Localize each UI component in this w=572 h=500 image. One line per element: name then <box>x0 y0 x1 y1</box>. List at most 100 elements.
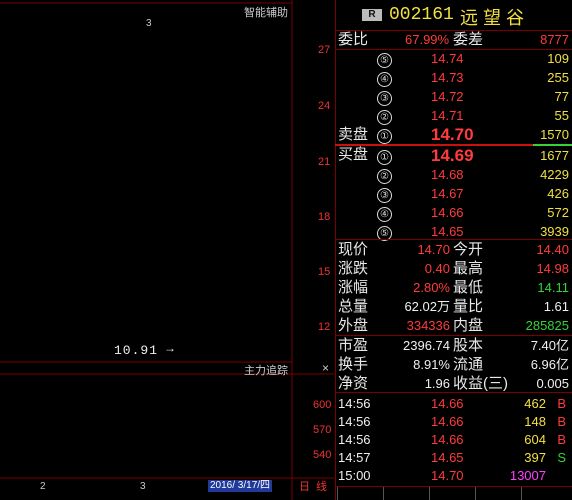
stat-label: 今开 <box>453 241 484 258</box>
quote-panel: R 002161 远 望 谷 委比 67.99% 委差 8777 ⑤ 14.74 1… <box>335 0 572 500</box>
order-volume: 77 <box>554 89 569 104</box>
level-number: ③ <box>377 91 392 106</box>
low-arrow-icon: → <box>164 341 176 355</box>
level-badge: ④ <box>377 203 392 222</box>
order-book-row[interactable]: ② 14.68 4229 <box>335 165 572 184</box>
order-book-row[interactable]: ⑤ 14.74 109 <box>335 49 572 68</box>
indicator-close-icon[interactable]: × <box>322 361 329 375</box>
level-badge: ② <box>377 165 392 184</box>
order-book-row[interactable]: ① 14.69 1677 <box>335 146 572 165</box>
tick-price: 14.70 <box>431 468 464 483</box>
stat-value: 285825 <box>525 318 569 333</box>
stat-value: 62.02万 <box>404 299 450 314</box>
stat-value: 14.70 <box>417 242 450 257</box>
level-badge: ① <box>377 146 392 165</box>
order-volume: 1570 <box>540 127 569 142</box>
tick-side: B <box>557 414 566 429</box>
stat-label: 量比 <box>453 298 484 315</box>
order-volume: 426 <box>547 186 569 201</box>
level-number: ① <box>377 129 392 144</box>
stat-label: 市盈 <box>338 337 369 354</box>
stat-row: 涨跌 0.40 最高 14.98 <box>335 259 572 278</box>
order-book-row[interactable]: ① 14.70 1570 <box>335 125 572 144</box>
stat-row: 净资 1.96 收益(三) 0.005 <box>335 374 572 393</box>
stat-row: 总量 62.02万 量比 1.61 <box>335 297 572 316</box>
level-number: ④ <box>377 207 392 222</box>
order-price: 14.73 <box>431 70 464 85</box>
tick-volume: 462 <box>524 396 546 411</box>
bottom-tab[interactable] <box>475 487 520 500</box>
stat-row: 换手 8.91% 流通 6.96亿 <box>335 355 572 374</box>
stat-label: 现价 <box>338 241 369 258</box>
order-price: 14.69 <box>431 146 474 165</box>
bottom-tab[interactable] <box>337 487 382 500</box>
level-badge: ⑤ <box>377 49 392 68</box>
tick-time: 14:57 <box>338 450 371 465</box>
stat-value: 2.80% <box>413 280 450 295</box>
tick-side: B <box>557 432 566 447</box>
level-badge: ① <box>377 125 392 144</box>
stat-value: 14.11 <box>537 280 569 295</box>
order-volume: 4229 <box>540 167 569 182</box>
level-number: ⑤ <box>377 53 392 68</box>
stat-value: 2396.74 <box>403 338 450 353</box>
tick-volume: 397 <box>524 450 546 465</box>
tick-price: 14.66 <box>431 414 464 429</box>
tick-volume: 13007 <box>509 468 546 483</box>
order-book-row[interactable]: ④ 14.66 572 <box>335 203 572 222</box>
order-price: 14.72 <box>431 89 464 104</box>
order-volume: 572 <box>547 205 569 220</box>
level-badge: ② <box>377 106 392 125</box>
stat-value: 1.61 <box>543 299 569 314</box>
stat-row: 涨幅 2.80% 最低 14.11 <box>335 278 572 297</box>
tick-row: 14:56 14.66 462 B <box>335 395 572 413</box>
low-marker: 10.91 <box>114 343 159 358</box>
tick-side: B <box>557 396 566 411</box>
level-number: ④ <box>377 72 392 87</box>
period-tab-day[interactable]: 日 <box>299 478 310 494</box>
aux-title[interactable]: 智能辅助 <box>244 4 288 20</box>
stat-label: 换手 <box>338 356 369 373</box>
stat-value: 334336 <box>406 318 450 333</box>
order-book-row[interactable]: ③ 14.72 77 <box>335 87 572 106</box>
bottom-tab[interactable] <box>521 487 570 500</box>
order-book-row[interactable]: ④ 14.73 255 <box>335 68 572 87</box>
order-price: 14.67 <box>431 186 464 201</box>
tick-row: 14:56 14.66 148 B <box>335 413 572 431</box>
bottom-tab[interactable] <box>383 487 428 500</box>
stat-label: 外盘 <box>338 317 369 334</box>
chart-area[interactable]: 智能辅助 3 27 24 21 18 15 12 10.91 → 主力追踪 × … <box>0 0 334 500</box>
stat-label: 涨跌 <box>338 260 369 277</box>
tick-row: 14:57 14.65 397 S <box>335 449 572 467</box>
order-book-row[interactable]: ③ 14.67 426 <box>335 184 572 203</box>
top-x-label: 3 <box>146 18 152 29</box>
tick-price: 14.66 <box>431 396 464 411</box>
period-tab-line[interactable]: 线 <box>316 478 327 494</box>
market-badge: R <box>362 9 382 21</box>
price-axis-label: 27 <box>318 44 331 56</box>
tick-time: 15:00 <box>338 468 371 483</box>
order-price: 14.70 <box>431 125 474 144</box>
stat-value: 6.96亿 <box>530 357 569 372</box>
tick-volume: 604 <box>524 432 546 447</box>
price-chart[interactable] <box>0 0 334 500</box>
indicator-title: 主力追踪 <box>244 365 288 377</box>
tick-row: 15:00 14.70 13007 <box>335 467 572 485</box>
order-book-row[interactable]: ② 14.71 55 <box>335 106 572 125</box>
order-volume: 55 <box>554 108 569 123</box>
order-ratio-label: 委比 <box>338 31 369 48</box>
price-axis-label: 24 <box>318 100 331 112</box>
stat-value: 14.40 <box>536 242 569 257</box>
order-ratio-value: 67.99% <box>405 32 450 47</box>
level-badge: ③ <box>377 87 392 106</box>
order-price: 14.66 <box>431 205 464 220</box>
stat-row: 外盘 334336 内盘 285825 <box>335 316 572 335</box>
tick-side: S <box>557 450 566 465</box>
level-badge: ④ <box>377 68 392 87</box>
stat-value: 0.005 <box>536 376 569 391</box>
tick-time: 14:56 <box>338 396 371 411</box>
order-price: 14.74 <box>431 51 464 66</box>
level-number: ② <box>377 110 392 125</box>
bottom-tab[interactable] <box>429 487 474 500</box>
tick-price: 14.65 <box>431 450 464 465</box>
